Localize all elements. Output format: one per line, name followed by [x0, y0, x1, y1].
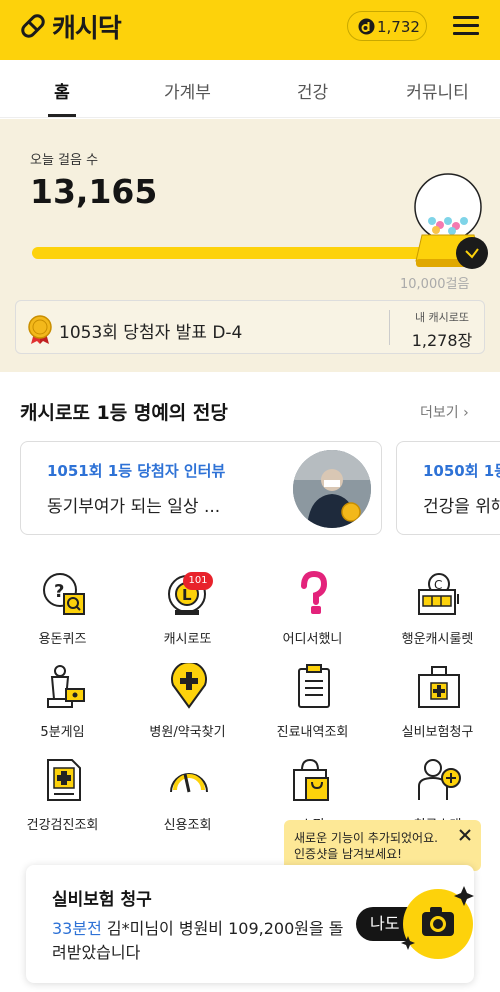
card-divider: [389, 310, 390, 345]
menu-health-checkup[interactable]: 건강검진조회: [0, 756, 125, 836]
clipboard-icon: [298, 664, 330, 708]
menu-5min-game[interactable]: 5분게임: [0, 663, 125, 743]
lotto-announcement-card[interactable]: 1053회 당첨자 발표 D-4 내 캐시로또 1,278장: [15, 300, 485, 354]
steps-progress-bar: [32, 247, 452, 259]
fame-card[interactable]: 1050회 1등 건강을 위해: [396, 441, 500, 535]
insurance-card-body: 33분전 김*미님이 병원비 109,200원을 돌려받았습니다: [52, 917, 352, 965]
menu-label: 어디서했니: [282, 632, 343, 647]
fame-card-heading: 1051회 1등 당첨자 인터뷰: [47, 462, 226, 480]
tooltip-message: 새로운 기능이 추가되었어요. 인증샷을 남겨보세요!: [294, 830, 438, 862]
chess-icon: [47, 665, 85, 708]
menu-label: 건강검진조회: [26, 818, 99, 833]
main-tabs: 홈 가계부 건강 커뮤니티: [0, 60, 500, 118]
fame-card-description: 건강을 위해: [423, 497, 500, 517]
tab-health[interactable]: 건강: [280, 78, 345, 103]
steps-label: 오늘 걸음 수: [30, 153, 99, 168]
menu-lucky-roulette[interactable]: C 행운캐시룰렛: [375, 570, 500, 650]
hall-of-fame-title: 캐시로또 1등 명예의 전당: [20, 402, 228, 424]
pill-logo-icon: [21, 14, 45, 38]
my-lotto-count: 1,278장: [411, 331, 473, 350]
shopping-bag-icon: [293, 758, 329, 801]
tooltip-line-1: 새로운 기능이 추가되었어요.: [294, 831, 438, 845]
tooltip-line-2: 인증샷을 남겨보세요!: [294, 847, 402, 861]
hospital-pin-icon: [171, 663, 207, 709]
close-icon[interactable]: [457, 827, 473, 843]
gacha-machine-icon[interactable]: [410, 171, 490, 271]
points-pill[interactable]: 1,732: [347, 11, 427, 41]
gauge-icon: [170, 773, 208, 793]
fame-card[interactable]: 1051회 1등 당첨자 인터뷰 동기부여가 되는 일상 ...: [20, 441, 382, 535]
invite-friend-icon: [418, 759, 461, 800]
coin-d-icon: [358, 18, 375, 35]
menu-label: 5분게임: [40, 725, 85, 740]
app-header: 캐시닥 1,732: [0, 0, 500, 60]
insurance-card-title: 실비보험 청구: [52, 890, 152, 910]
fame-card-description: 동기부여가 되는 일상 ...: [47, 497, 221, 517]
menu-find-hospital[interactable]: 병원/약국찾기: [125, 663, 250, 743]
my-lotto-label: 내 캐시로또: [414, 311, 470, 324]
menu-credit-check[interactable]: 신용조회: [125, 756, 250, 836]
menu-label: 캐시로또: [163, 632, 212, 647]
lotto-announcement-title: 1053회 당첨자 발표 D-4: [59, 323, 243, 343]
tab-home[interactable]: 홈: [40, 78, 84, 103]
menu-where-did-you[interactable]: 어디서했니: [250, 570, 375, 650]
menu-quiz[interactable]: ? 용돈퀴즈: [0, 570, 125, 650]
menu-label: 용돈퀴즈: [38, 632, 87, 647]
fame-card-heading: 1050회 1등: [423, 462, 500, 480]
menu-label: 진료내역조회: [276, 725, 349, 740]
active-tab-indicator: [48, 114, 76, 117]
medical-bag-icon: [418, 666, 460, 708]
health-doc-icon: [47, 759, 81, 801]
hamburger-menu-icon[interactable]: [453, 16, 479, 38]
menu-insurance-claim[interactable]: 실비보험청구: [375, 663, 500, 743]
menu-medical-history[interactable]: 진료내역조회: [250, 663, 375, 743]
slot-machine-icon: C: [418, 573, 459, 615]
menu-label: 신용조회: [163, 818, 212, 833]
tab-community[interactable]: 커뮤니티: [395, 78, 480, 103]
app-logo-text: 캐시닥: [52, 14, 122, 44]
steps-goal: 10,000걸음: [400, 277, 470, 292]
more-link[interactable]: 더보기 ›: [420, 402, 469, 422]
step-counter-section: 오늘 걸음 수 13,165 10,000걸음 1053회 당첨자 발표 D-4…: [0, 119, 500, 372]
menu-label: 실비보험청구: [401, 725, 474, 740]
menu-label: 병원/약국찾기: [149, 725, 226, 740]
quiz-icon: ?: [43, 573, 85, 615]
menu-label: 행운캐시룰렛: [401, 632, 474, 647]
svg-text:?: ?: [54, 581, 64, 602]
camera-fab-icon[interactable]: [400, 884, 476, 960]
new-count-badge: 101: [183, 572, 213, 590]
winner-photo: [293, 450, 371, 528]
medal-icon: [28, 315, 52, 344]
question-icon: [301, 570, 328, 614]
tab-ledger[interactable]: 가계부: [150, 78, 225, 103]
points-value: 1,732: [377, 18, 420, 36]
steps-count: 13,165: [30, 172, 158, 211]
steps-progress-fill: [32, 247, 452, 259]
elapsed-time: 33분전: [52, 919, 102, 938]
new-feature-tooltip: 새로운 기능이 추가되었어요. 인증샷을 남겨보세요!: [284, 820, 481, 871]
